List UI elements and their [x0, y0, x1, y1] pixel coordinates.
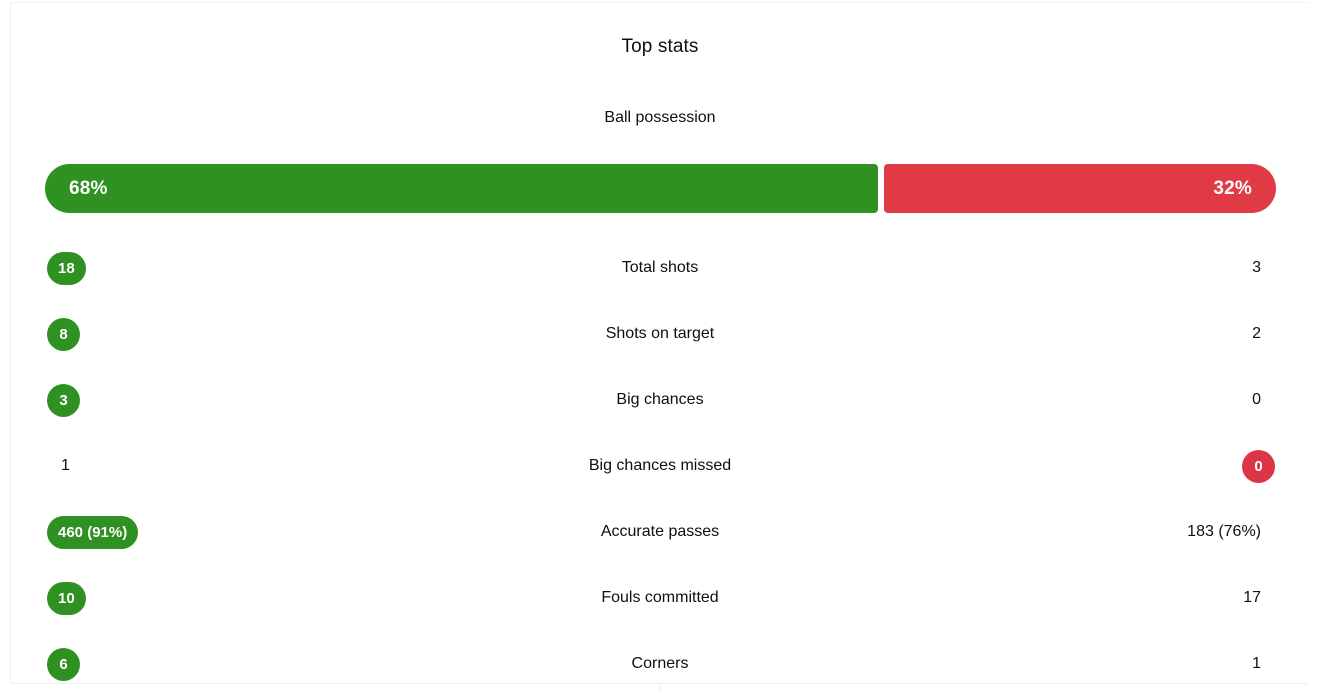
top-stats-card: Top stats Ball possession 68% 32% 18 Tota…: [10, 2, 1308, 684]
stat-away-text: 17: [1243, 589, 1261, 606]
stat-away-value-cell: 0: [1238, 367, 1275, 433]
stat-row: 6 Corners 1: [11, 631, 1309, 697]
stat-label: Accurate passes: [600, 523, 720, 540]
stat-rows-list: 18 Total shots 3 8 Shots on target 2 3 Big chan…: [11, 235, 1309, 697]
stat-row: 10 Fouls committed 17: [11, 565, 1309, 631]
vertical-divider: [659, 683, 660, 691]
possession-bar-home-segment: 68%: [45, 164, 878, 213]
stat-away-value-cell: 1: [1238, 631, 1275, 697]
stat-row: 460 (91%) Accurate passes 183 (76%): [11, 499, 1309, 565]
ball-possession-bar: 68% 32%: [45, 164, 1276, 213]
stat-away-value-cell: 0: [1242, 433, 1275, 499]
stat-away-text: 183 (76%): [1187, 523, 1261, 540]
stat-away-text: 0: [1252, 391, 1261, 408]
stat-label: Corners: [631, 655, 689, 672]
possession-home-value: 68%: [69, 177, 108, 199]
stat-row: 3 Big chances 0: [11, 367, 1309, 433]
stat-row: 1 Big chances missed 0: [11, 433, 1309, 499]
stat-label: Fouls committed: [601, 589, 719, 606]
stat-label: Shots on target: [605, 325, 715, 342]
stat-away-text: 2: [1252, 325, 1261, 342]
stat-away-text: 1: [1252, 655, 1261, 672]
stat-label: Total shots: [621, 259, 699, 276]
stat-label: Big chances: [616, 391, 704, 408]
stat-away-value-cell: 2: [1238, 301, 1275, 367]
stat-label: Big chances missed: [588, 457, 732, 474]
possession-bar-away-segment: 32%: [884, 164, 1276, 213]
stat-away-value-cell: 183 (76%): [1173, 499, 1275, 565]
stat-away-value-cell: 3: [1238, 235, 1275, 301]
ball-possession-block: Ball possession 68% 32%: [11, 109, 1309, 213]
stat-away-text: 3: [1252, 259, 1261, 276]
page-title: Top stats: [621, 36, 699, 57]
stat-away-value-cell: 17: [1229, 565, 1275, 631]
ball-possession-label: Ball possession: [604, 109, 716, 126]
stat-away-badge: 0: [1242, 449, 1275, 483]
stat-row: 8 Shots on target 2: [11, 301, 1309, 367]
stat-row: 18 Total shots 3: [11, 235, 1309, 301]
possession-away-value: 32%: [1213, 177, 1252, 199]
